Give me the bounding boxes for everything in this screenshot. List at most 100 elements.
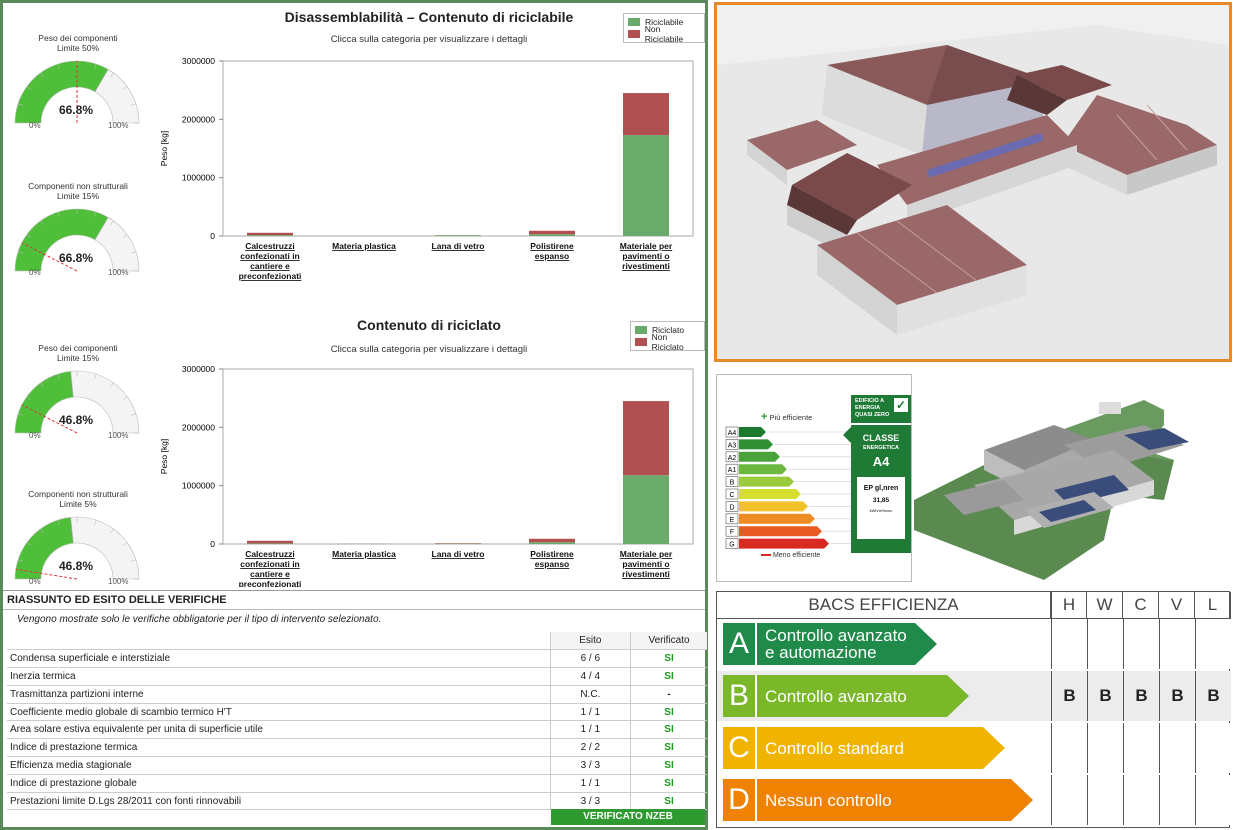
check-verified: -	[630, 685, 707, 704]
bar-segment[interactable]	[623, 475, 669, 544]
check-verified: SI	[630, 649, 707, 669]
chart-subtitle-recyclable: Clicca sulla categoria per visualizzare …	[330, 34, 528, 45]
bar-segment[interactable]	[529, 538, 575, 543]
category-label[interactable]: Calcestruzzi confezionati in cantiere e pre…	[239, 549, 302, 587]
legend-recyclable[interactable]: Riciclabile Non Riciclabile	[623, 13, 705, 44]
gauge-max: 100%	[108, 268, 129, 277]
category-label[interactable]: Lana di vetro	[432, 241, 485, 251]
gauge-dial	[14, 516, 140, 580]
gauge-recyclable-weight: Peso dei componenti Limite 50% 66.8% 0% …	[3, 33, 153, 143]
check-esito: 4 / 4	[549, 667, 631, 686]
bacs-letter: B	[723, 675, 757, 717]
bar-segment[interactable]	[247, 235, 293, 236]
building-aerial-render	[914, 400, 1189, 580]
check-name: Area solare estiva equivalente per unita…	[7, 720, 551, 740]
bar-chart-recycled[interactable]: 3000000 2000000 1000000 0 Peso [kg] Calcestru…	[153, 359, 703, 587]
bacs-col-v: V	[1159, 592, 1195, 618]
bar-segment[interactable]	[529, 230, 575, 235]
category-label[interactable]: Materiale per pavimenti o rivestimenti	[620, 241, 673, 271]
table-row: Trasmittanza partizioni interne N.C. -	[7, 685, 707, 704]
bacs-row-b: B Controllo avanzato BBBBB	[717, 671, 1231, 721]
check-verified: SI	[630, 738, 707, 758]
bar-segment[interactable]	[529, 234, 575, 236]
legend-recycled[interactable]: Riciclato Non Riciclato	[630, 321, 705, 352]
bacs-col-c: C	[1123, 592, 1159, 618]
class-value: A4	[872, 454, 890, 469]
check-esito: 1 / 1	[549, 720, 631, 740]
category-label[interactable]: Lana di vetro	[432, 549, 485, 559]
gauge-recyclable-nonstructural: Componenti non strutturali Limite 15% 66…	[3, 181, 153, 291]
y-tick-label: 2000000	[182, 114, 215, 124]
bacs-cell	[1087, 619, 1123, 669]
gauge-recycled-nonstructural: Componenti non strutturali Limite 5% 46.…	[3, 489, 153, 599]
bar-segment[interactable]	[247, 540, 293, 544]
gauge-dial	[14, 208, 140, 272]
legend-item[interactable]: Non Riciclabile	[628, 24, 700, 44]
bacs-cell	[1051, 723, 1087, 773]
class-letter: D	[729, 504, 734, 511]
bacs-class-arrow: A Controllo avanzato e automazione	[723, 623, 937, 665]
bar-segment[interactable]	[529, 542, 575, 544]
category-label[interactable]: Polistirene espanso	[530, 549, 574, 569]
energy-class-bar	[739, 489, 801, 499]
gauge-min: 0%	[29, 431, 41, 440]
category-label[interactable]: Calcestruzzi confezionati in cantiere e pre…	[239, 241, 302, 281]
gauge-min: 0%	[29, 121, 41, 130]
energy-class-bar	[739, 476, 794, 487]
chart-subtitle-recycled: Clicca sulla categoria per visualizzare …	[330, 344, 528, 355]
class-letter: A2	[728, 455, 737, 462]
table-row: Indice di prestazione termica 2 / 2 SI	[7, 738, 707, 758]
table-row: Inerzia termica 4 / 4 SI	[7, 667, 707, 686]
bar-chart-recyclable[interactable]: 3000000 2000000 1000000 0 Peso [kg] Calcestru…	[153, 51, 703, 291]
more-efficient-label: Più efficiente	[769, 413, 813, 422]
bacs-label: Controllo avanzato	[765, 686, 907, 706]
bar-segment[interactable]	[435, 235, 481, 236]
bacs-cell: B	[1195, 671, 1231, 721]
bar-segment[interactable]	[623, 135, 669, 236]
gauge-dial	[14, 370, 140, 434]
bacs-class-arrow: D Nessun controllo	[723, 779, 1033, 821]
category-label[interactable]: Materia plastica	[332, 549, 396, 559]
bacs-cell: B	[1087, 671, 1123, 721]
energy-class-bar	[739, 439, 773, 450]
nzeb-verified-badge: VERIFICATO NZEB	[551, 809, 705, 825]
check-name: Coefficiente medio globale di scambio te…	[7, 703, 551, 722]
category-label[interactable]: Materiale per pavimenti o rivestimenti	[620, 549, 673, 579]
table-header: Esito Verificato	[7, 632, 707, 651]
check-verified: SI	[630, 667, 707, 686]
category-label[interactable]: Materia plastica	[332, 241, 396, 251]
check-esito: 6 / 6	[549, 649, 631, 669]
bacs-cell	[1123, 723, 1159, 773]
bacs-cell	[1159, 619, 1195, 669]
check-verified: SI	[630, 792, 707, 811]
gauge-max: 100%	[108, 121, 129, 130]
check-esito: 3 / 3	[549, 792, 631, 811]
bacs-class-arrow: B Controllo avanzato	[723, 675, 969, 717]
bacs-cell	[1195, 619, 1231, 669]
y-tick-label: 0	[210, 231, 215, 241]
building-render-image	[717, 5, 1229, 359]
table-row: Coefficiente medio globale di scambio te…	[7, 703, 707, 722]
check-esito: N.C.	[549, 685, 631, 704]
energy-class-label: + Più efficiente A4 A3 A2 A1 B C D E F G Meno eff…	[716, 374, 912, 582]
bar-segment[interactable]	[623, 401, 669, 476]
y-tick-label: 3000000	[182, 364, 215, 374]
bar-segment[interactable]	[247, 232, 293, 236]
gauge-value: 66.8%	[59, 251, 94, 265]
gauge-value: 46.8%	[59, 559, 94, 573]
bacs-cell	[1195, 723, 1231, 773]
table-row: Efficienza media stagionale 3 / 3 SI	[7, 756, 707, 775]
bacs-col-l: L	[1195, 592, 1231, 618]
bacs-label-2: e automazione	[765, 643, 877, 662]
check-esito: 3 / 3	[549, 756, 631, 775]
bar-segment[interactable]	[623, 93, 669, 136]
bar-segment[interactable]	[247, 543, 293, 544]
energy-class-bar	[739, 513, 815, 524]
class-letter: A1	[728, 467, 737, 474]
category-label[interactable]: Polistirene espanso	[530, 241, 574, 261]
bacs-cell: B	[1123, 671, 1159, 721]
bacs-row-d: D Nessun controllo	[717, 775, 1231, 825]
ep-box: EP gl,nren 31,85 kWh/m²anno	[857, 477, 905, 539]
legend-item[interactable]: Non Riciclato	[635, 332, 700, 352]
gauge-value: 66.8%	[59, 103, 94, 117]
